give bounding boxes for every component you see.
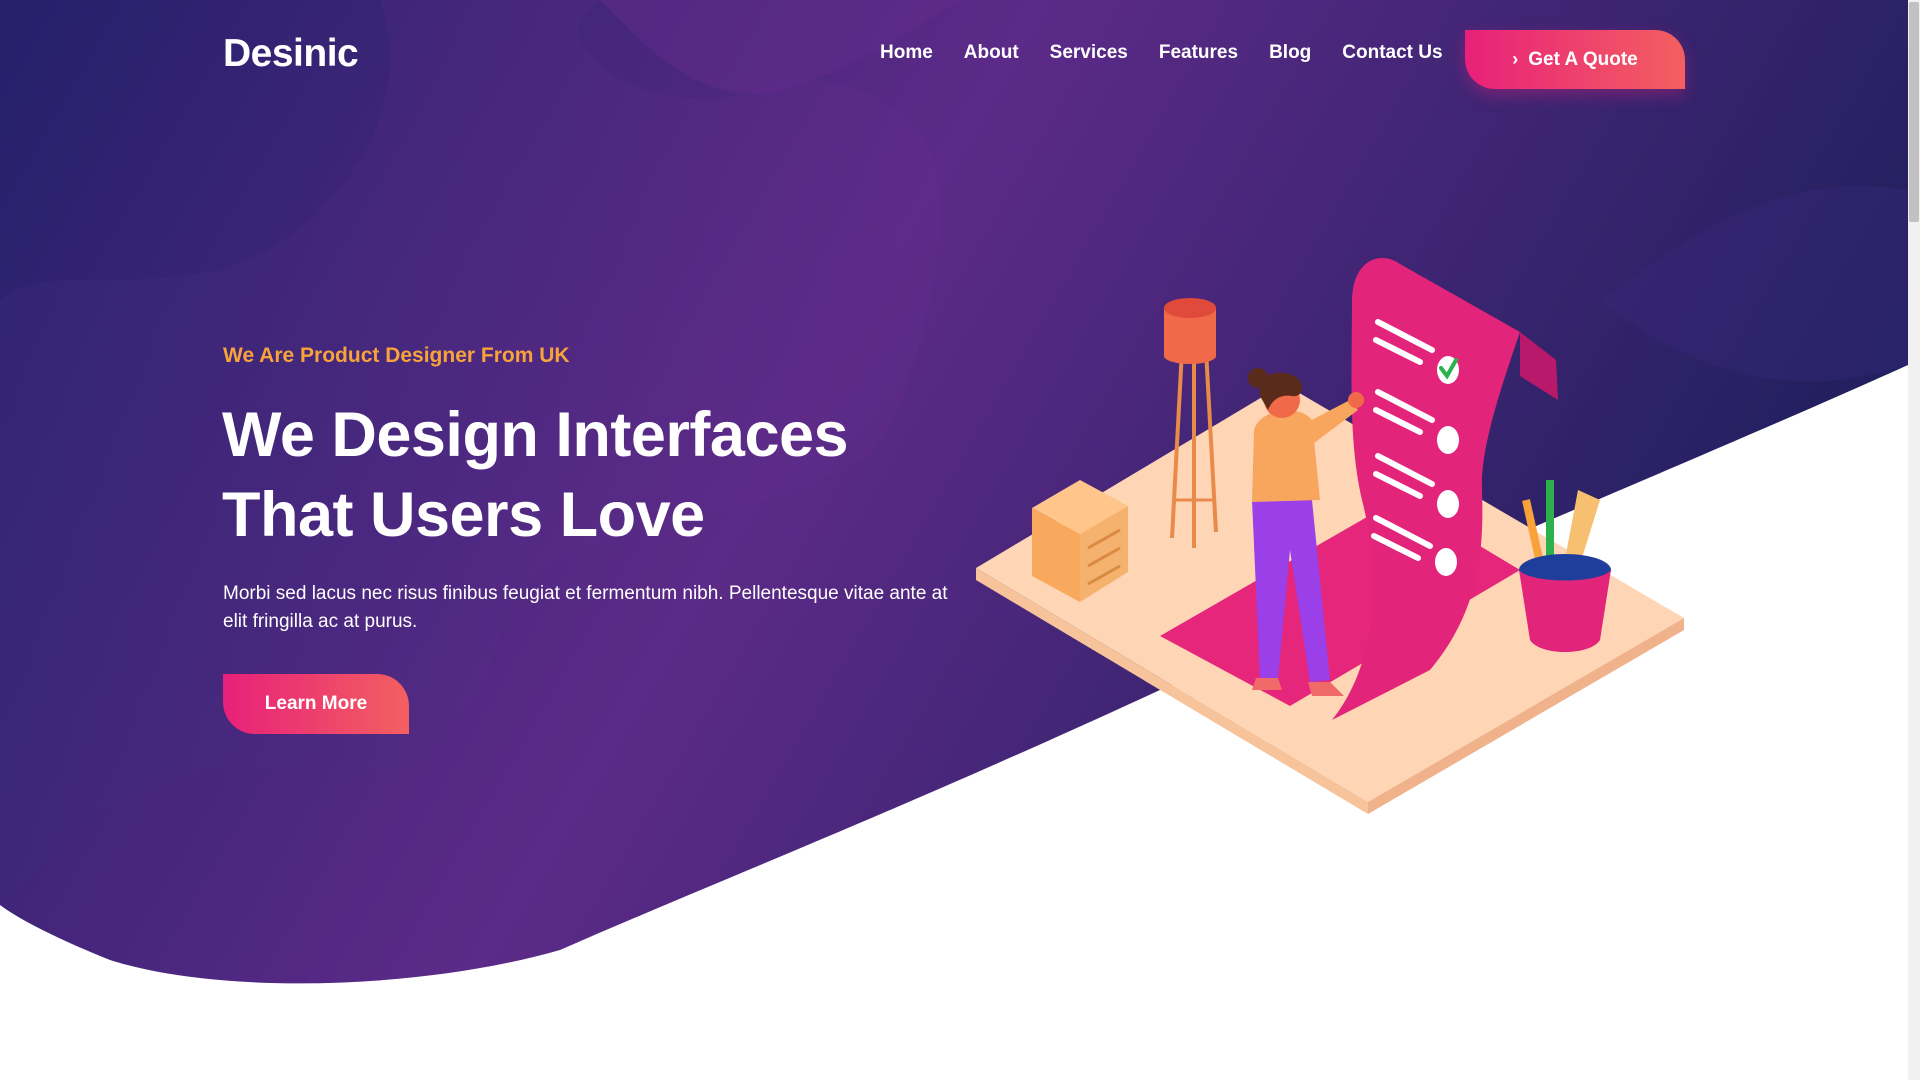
hero-headline-line-1: We Design Interfaces	[222, 400, 849, 470]
nav-item-contact-us[interactable]: Contact Us	[1342, 42, 1442, 68]
nav-item-services[interactable]: Services	[1050, 42, 1128, 68]
hero-description: Morbi sed lacus nec risus finibus feugia…	[223, 583, 948, 632]
chevron-right-icon: ›	[1512, 49, 1519, 69]
person-hand	[1348, 392, 1364, 408]
get-a-quote-label: Get A Quote	[1528, 48, 1638, 70]
page-scrollbar[interactable]	[1908, 0, 1920, 1080]
hero-illustration	[976, 258, 1684, 814]
nav-item-features[interactable]: Features	[1159, 42, 1238, 68]
nav-item-home[interactable]: Home	[880, 42, 933, 68]
pencil-cup	[1519, 480, 1611, 652]
hero-headline-line-2: That Users Love	[222, 480, 705, 550]
hero-eyebrow: We Are Product Designer From UK	[223, 344, 570, 367]
learn-more-button[interactable]: Learn More	[223, 674, 409, 734]
learn-more-label: Learn More	[264, 693, 368, 714]
scrollbar-thumb[interactable]	[1909, 2, 1919, 222]
main-nav: Home About Services Features Blog Contac…	[880, 42, 1443, 68]
paper-curl	[1520, 332, 1558, 400]
nav-item-about[interactable]: About	[964, 42, 1019, 68]
person-bun	[1248, 368, 1268, 388]
get-a-quote-button[interactable]: › Get A Quote	[1465, 30, 1685, 89]
hero-headline: We Design Interfaces That Users Love	[222, 395, 942, 555]
nav-item-blog[interactable]: Blog	[1269, 42, 1311, 68]
site-logo[interactable]: Desinic	[223, 32, 359, 76]
